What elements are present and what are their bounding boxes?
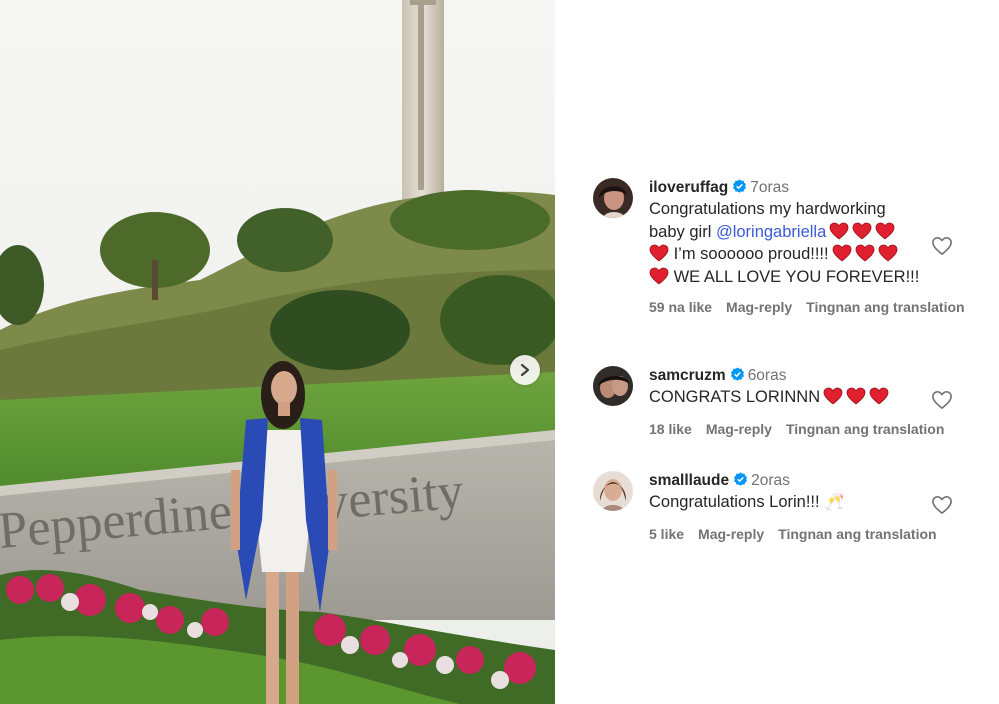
heart-emoji-icon bbox=[875, 222, 895, 240]
comment-username[interactable]: samcruzm bbox=[649, 367, 726, 384]
post-photo: Pepperdine University bbox=[0, 0, 555, 704]
graduation-photo: Pepperdine University bbox=[0, 0, 555, 704]
comments-list: iloveruffag 7oras Congratulations my hard… bbox=[556, 0, 999, 704]
avatar-photo bbox=[593, 366, 633, 406]
carousel-next-button[interactable] bbox=[510, 355, 540, 385]
avatar-photo bbox=[593, 178, 633, 218]
verified-badge-icon bbox=[730, 367, 744, 381]
comment-likes[interactable]: 18 like bbox=[649, 421, 692, 437]
heart-emoji-icon bbox=[855, 244, 875, 262]
comment-meta: 18 like Mag-reply Tingnan ang translation bbox=[649, 421, 989, 437]
comment-time[interactable]: 2oras bbox=[751, 472, 790, 489]
heart-outline-icon[interactable] bbox=[931, 236, 953, 256]
comment-time[interactable]: 6oras bbox=[748, 367, 787, 384]
comment-likes[interactable]: 59 na like bbox=[649, 299, 712, 315]
heart-emoji-icon bbox=[823, 387, 843, 405]
avatar-photo bbox=[593, 471, 633, 511]
avatar[interactable] bbox=[593, 471, 633, 511]
heart-outline-icon[interactable] bbox=[931, 495, 953, 515]
comment-username[interactable]: smalllaude bbox=[649, 472, 729, 489]
reply-button[interactable]: Mag-reply bbox=[726, 299, 792, 315]
comment-likes[interactable]: 5 like bbox=[649, 526, 684, 542]
reply-button[interactable]: Mag-reply bbox=[706, 421, 772, 437]
heart-emoji-icon bbox=[846, 387, 866, 405]
see-translation-button[interactable]: Tingnan ang translation bbox=[806, 299, 964, 315]
heart-emoji-icon bbox=[649, 267, 669, 285]
avatar[interactable] bbox=[593, 366, 633, 406]
mention-link[interactable]: @loringabriella bbox=[716, 223, 826, 241]
avatar[interactable] bbox=[593, 178, 633, 218]
heart-emoji-icon bbox=[832, 244, 852, 262]
see-translation-button[interactable]: Tingnan ang translation bbox=[778, 526, 936, 542]
heart-emoji-icon bbox=[829, 222, 849, 240]
heart-outline-icon[interactable] bbox=[931, 390, 953, 410]
comment-time[interactable]: 7oras bbox=[750, 179, 789, 196]
chevron-right-icon bbox=[520, 363, 530, 377]
heart-emoji-icon bbox=[869, 387, 889, 405]
heart-emoji-icon bbox=[878, 244, 898, 262]
heart-emoji-icon bbox=[852, 222, 872, 240]
verified-badge-icon bbox=[733, 179, 747, 193]
comment-username[interactable]: iloveruffag bbox=[649, 179, 728, 196]
comment-meta: 5 like Mag-reply Tingnan ang translation bbox=[649, 526, 989, 542]
comment-meta: 59 na like Mag-reply Tingnan ang translati… bbox=[649, 299, 989, 315]
reply-button[interactable]: Mag-reply bbox=[698, 526, 764, 542]
verified-badge-icon bbox=[734, 472, 748, 486]
see-translation-button[interactable]: Tingnan ang translation bbox=[786, 421, 944, 437]
heart-emoji-icon bbox=[649, 244, 669, 262]
